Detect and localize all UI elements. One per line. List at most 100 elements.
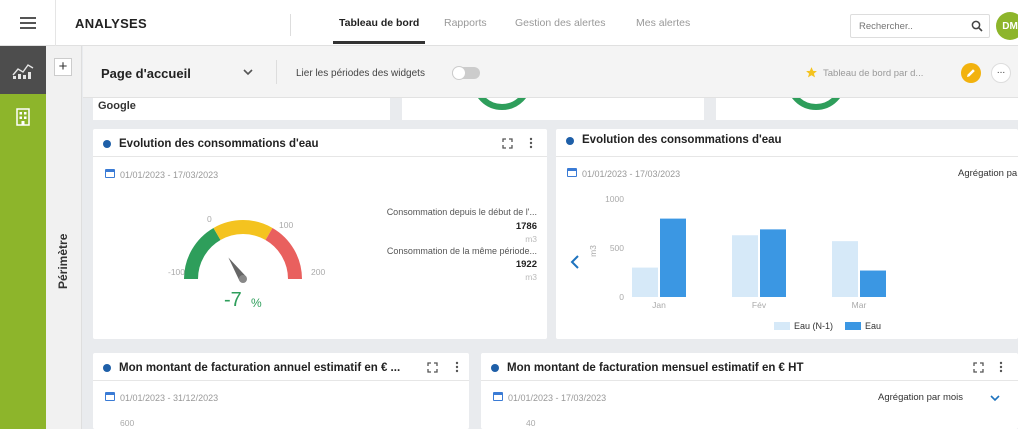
favorite-dashboard-label[interactable]: Tableau de bord par d... [823,68,923,79]
widget-header: Mon montant de facturation mensuel estim… [481,353,1018,381]
app-rail [0,46,46,429]
kebab-menu-icon[interactable] [455,361,459,373]
gauge-value: -7 [224,289,242,311]
link-periods-toggle[interactable] [452,66,480,80]
widget-bullet [491,364,499,372]
menu-icon[interactable] [0,0,56,46]
search-input[interactable] [851,15,961,37]
top-bar: ANALYSES Tableau de bord Rapports Gestio… [0,0,1018,46]
nav-divider [290,14,291,36]
header-divider [276,60,277,84]
widget-title: Mon montant de facturation annuel estima… [119,362,401,374]
legend-swatch-n1 [774,322,790,330]
y-axis-label: m3 [588,245,598,257]
axis-top-label: 40 [526,418,536,428]
dashboard-header: Page d'accueil Lier les périodes des wid… [83,46,1018,98]
bar-chart-widget: Evolution des consommations d'eau 01/01/… [556,129,1018,339]
gauge-unit: % [251,296,262,310]
gauge-segment-yellow [213,220,273,241]
app-title: ANALYSES [75,16,147,31]
fullscreen-icon[interactable] [973,362,984,373]
rail-analyses-button[interactable] [0,46,46,94]
gauge-widget: Evolution des consommations d'eau 01/01/… [93,129,547,339]
search-icon[interactable] [971,20,983,32]
calendar-icon [105,169,115,178]
partial-gauge-arc [472,98,532,110]
partial-gauge-arc [786,98,846,110]
legend-label-eau[interactable]: Eau [865,321,881,331]
stat-current-label: Consommation depuis le début de l'... [386,207,537,217]
partial-map-widget: Google [93,98,390,120]
gauge-tick-100: 100 [279,220,294,230]
rail-buildings-button[interactable] [0,102,46,132]
bar-eau-n1-0 [632,267,658,297]
active-tab-indicator [333,41,425,44]
tab-gestion-des-alertes[interactable]: Gestion des alertes [515,17,605,29]
link-periods-label: Lier les périodes des widgets [296,68,425,79]
widget-title: Mon montant de facturation mensuel estim… [507,362,804,374]
building-icon [16,108,30,126]
date-range[interactable]: 01/01/2023 - 31/12/2023 [120,393,218,403]
bar-eau-2 [860,270,886,297]
annual-billing-widget: Mon montant de facturation annuel estima… [93,353,469,429]
star-icon[interactable] [805,66,818,79]
stat-current-unit: m3 [525,234,537,244]
gauge-tick-min: -100 [168,267,186,277]
bar-eau-1 [760,229,786,297]
kebab-menu-icon[interactable] [999,361,1003,373]
y-tick-label: 500 [610,243,624,253]
calendar-icon [105,392,115,401]
widget-bullet [103,140,111,148]
bar-eau-0 [660,218,686,297]
tab-mes-alertes[interactable]: Mes alertes [636,17,690,29]
google-logo: Google [98,100,136,112]
perimetre-label[interactable]: Périmètre [56,234,70,289]
search-box [850,14,990,38]
stat-previous-unit: m3 [525,272,537,282]
stat-current-value: 1786 [515,221,537,232]
bar-eau-n1-2 [832,241,858,297]
tab-rapports[interactable]: Rapports [444,17,487,29]
kebab-menu-icon[interactable] [529,137,533,149]
chart-line-icon [12,64,34,79]
fullscreen-icon[interactable] [427,362,438,373]
partial-gauge-widget-2 [716,98,1018,120]
y-tick-label: 1000 [605,194,624,204]
partial-gauge-widget-1 [402,98,704,120]
bar-eau-n1-1 [732,235,758,297]
bar-chart-plot: 0 500 1000 m3 Jan Fév Mar [588,194,886,310]
widget-header: Mon montant de facturation annuel estima… [93,353,469,381]
edit-button[interactable] [961,63,981,83]
x-tick-label: Fév [752,300,767,310]
legend-label-n1[interactable]: Eau (N-1) [794,321,833,331]
chevron-down-icon[interactable] [243,68,253,76]
aggregation-selector[interactable]: Agrégation par mois [878,392,963,403]
widget-bullet [103,364,111,372]
widget-header: Evolution des consommations d'eau [93,129,547,157]
add-perimeter-button[interactable]: + [54,58,72,76]
calendar-icon [493,392,503,401]
page-selector[interactable]: Page d'accueil [101,66,191,81]
stat-previous-value: 1922 [515,259,537,270]
date-range[interactable]: 01/01/2023 - 17/03/2023 [508,393,606,403]
gauge-tick-max: 200 [311,267,326,277]
monthly-billing-widget: Mon montant de facturation mensuel estim… [481,353,1018,429]
pencil-icon [967,69,975,77]
user-avatar[interactable]: DM [996,12,1018,40]
widget-title: Evolution des consommations d'eau [119,138,319,150]
date-range[interactable]: 01/01/2023 - 17/03/2023 [120,170,218,180]
y-tick-label: 0 [619,292,624,302]
more-options-button[interactable]: ... [991,63,1011,83]
x-tick-label: Mar [852,300,867,310]
stat-previous-label: Consommation de la même période... [386,246,537,256]
x-tick-label: Jan [652,300,666,310]
chart-legend: Eau (N-1) Eau [774,321,881,331]
fullscreen-icon[interactable] [502,138,513,149]
gauge-tick-0: 0 [207,214,212,224]
tab-tableau-de-bord[interactable]: Tableau de bord [339,17,419,29]
perimeter-panel: + Périmètre [46,46,82,429]
axis-top-label: 600 [120,418,135,428]
chevron-down-icon[interactable] [990,394,1000,402]
gauge-pivot [239,275,247,283]
legend-swatch-eau [845,322,862,330]
